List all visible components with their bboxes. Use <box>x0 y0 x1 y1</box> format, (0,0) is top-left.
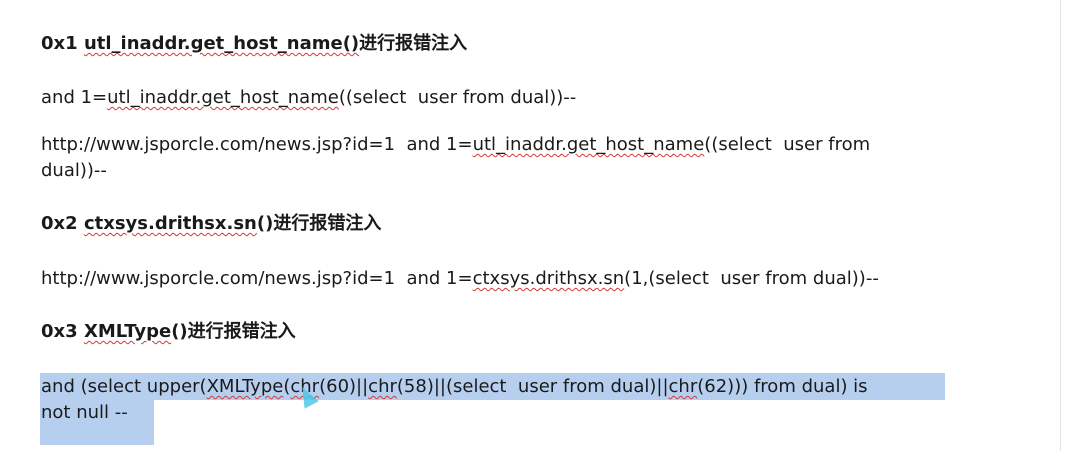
section-heading-2: 0x2 ctxsys.drithsx.sn()进行报错注入 <box>41 213 382 234</box>
payload-url-line: http://www.jsporcle.com/news.jsp?id=1 an… <box>41 134 871 155</box>
payload-url-line-cont: dual))-- <box>41 160 107 181</box>
page-edge <box>1060 0 1061 451</box>
section-heading-3: 0x3 XMLType()进行报错注入 <box>41 321 296 342</box>
selected-payload-line[interactable]: and (select upper(XMLType(chr(60)||chr(5… <box>41 374 868 400</box>
payload-url-line: http://www.jsporcle.com/news.jsp?id=1 an… <box>41 268 879 289</box>
selected-payload-line-cont[interactable]: not null -- <box>41 400 128 426</box>
section-heading-1: 0x1 utl_inaddr.get_host_name()进行报错注入 <box>41 33 468 54</box>
payload-line: and 1=utl_inaddr.get_host_name((select u… <box>41 87 577 108</box>
